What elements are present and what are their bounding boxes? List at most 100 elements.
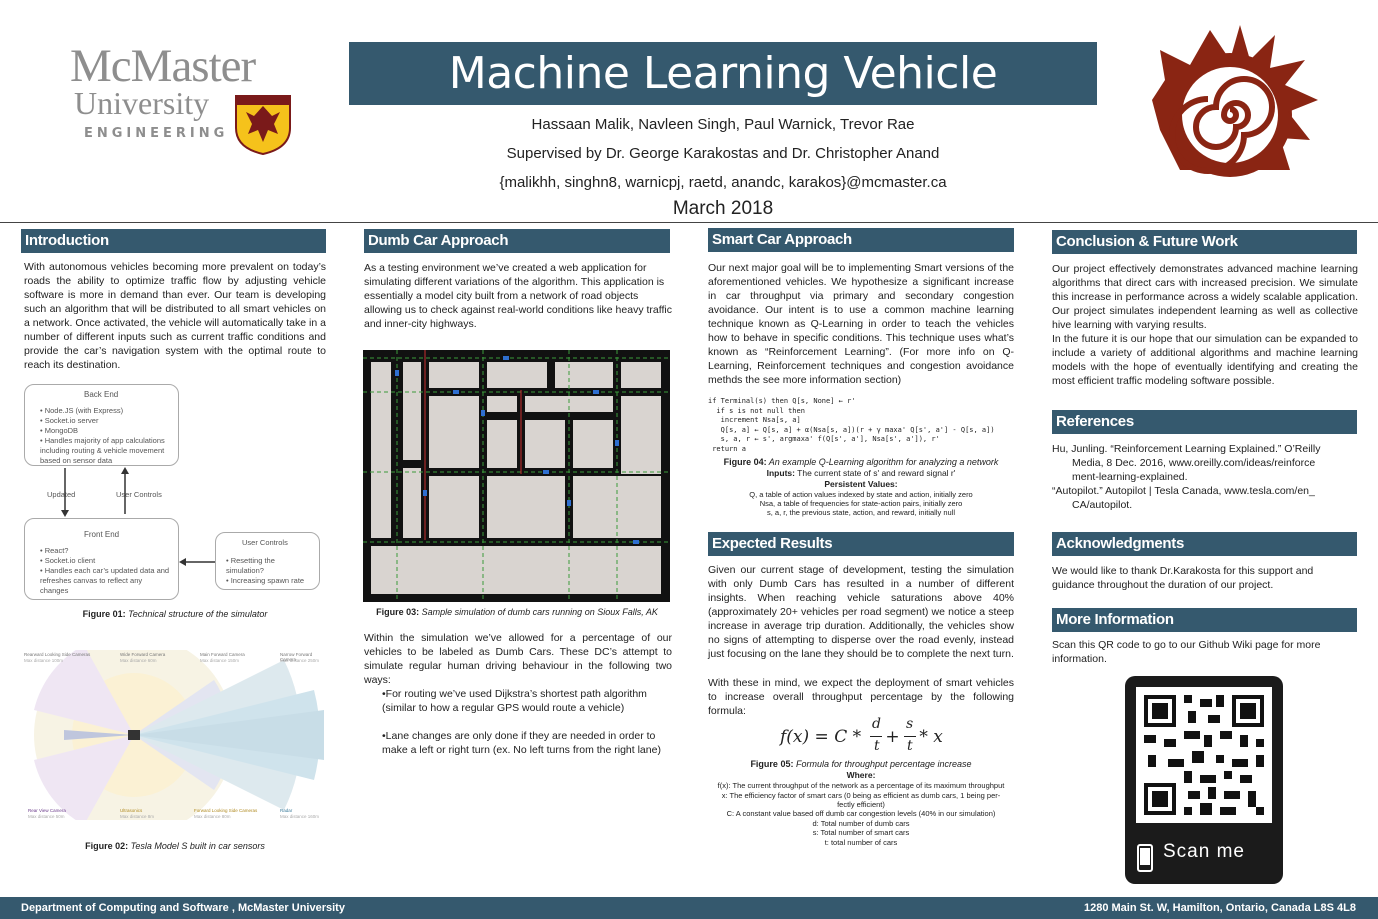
footer-bar: Department of Computing and Software , M… [0, 897, 1378, 919]
figure-04-caption: Figure 04: An example Q-Learning algorit… [723, 457, 999, 467]
backend-item: • Socket.io server [40, 416, 99, 425]
user-controls-arrow-label: User Controls [116, 490, 162, 499]
backend-item: • MongoDB [40, 426, 79, 435]
persistent-value: s, a, r, the previous state, action, and… [766, 508, 955, 517]
sensor-label: Rear View Camera [28, 808, 66, 813]
reference-line: ment-learning-explained. [1072, 471, 1188, 483]
references-heading: References [1052, 410, 1357, 434]
formula-s: s [906, 716, 914, 732]
sensor-label: Ultrasonics [120, 808, 143, 813]
more-info-heading: More Information [1052, 608, 1357, 632]
uc-title: User Controls [242, 538, 288, 547]
conclusion-heading: Conclusion & Future Work [1052, 230, 1357, 254]
uc-item: • Increasing spawn rate [226, 576, 305, 585]
intro-text: With autonomous vehicles becoming more p… [24, 261, 326, 371]
qr-code[interactable] [1136, 687, 1272, 823]
sensor-sub: Max distance 50m [28, 814, 65, 819]
footer-department: Department of Computing and Software , M… [21, 902, 345, 914]
formula-t: t [907, 738, 913, 754]
dumb-heading: Dumb Car Approach [364, 229, 670, 253]
smart-text: Our next major goal will be to implement… [708, 262, 1014, 386]
formula-def: t: total number of cars [824, 838, 898, 847]
diagram-arrow-left [179, 558, 216, 566]
qr-pattern-icon [1136, 687, 1272, 823]
frontend-item: • Socket.io client [40, 556, 96, 565]
formula-def: s: Total number of smart cars [812, 828, 910, 837]
formula-def: f(x): The current throughput of the netw… [717, 781, 1005, 790]
updated-label: Updated [47, 490, 76, 499]
logo-text-university: University [74, 85, 210, 121]
sensor-label: Radar [280, 808, 293, 813]
reference-line: “Autopilot.” Autopilot | Tesla Canada, w… [1052, 485, 1315, 497]
frontend-item: changes [40, 586, 69, 595]
sensor-label: Rearward Looking Side Cameras [24, 652, 91, 657]
sensor-sub: Max distance 80m [194, 814, 231, 819]
date: March 2018 [672, 198, 774, 219]
reference-line: Media, 8 Dec. 2016, www.oreilly.com/idea… [1072, 457, 1316, 469]
authors: Hassaan Malik, Navleen Singh, Paul Warni… [531, 116, 915, 133]
expected-text-1: Given our current stage of development, … [708, 564, 1014, 660]
sensor-sub: Max distance 8m [120, 814, 155, 819]
spiral-logo-icon [1152, 25, 1318, 177]
emails: {malikhh, singhn8, warnicpj, raetd, anan… [499, 174, 947, 191]
formula-t: t [874, 738, 880, 754]
footer-address: 1280 Main St. W, Hamilton, Ontario, Cana… [1083, 902, 1356, 914]
backend-item: • Node.JS (with Express) [40, 406, 124, 415]
smart-heading: Smart Car Approach [708, 228, 1014, 252]
formula-times-x: * x [914, 727, 943, 747]
sensor-sub: Max distance 150m [200, 658, 240, 663]
backend-item: • Handles majority of app calculations [40, 436, 165, 445]
sensor-sub: Max distance 100m [24, 658, 64, 663]
persistent-values-label: Persistent Values: [824, 479, 898, 489]
dumb-text-1: As a testing environment we’ve created a… [364, 262, 672, 330]
frontend-item: refreshes canvas to reflect any [40, 576, 143, 585]
logo-text-mcmaster: McMaster [70, 40, 256, 92]
figure-05-caption: Figure 05: Formula for throughput percen… [750, 759, 972, 769]
phone-icon [1137, 844, 1153, 872]
sensor-label: Forward Looking Side Cameras [194, 808, 258, 813]
reference-line: CA/autopilot. [1072, 499, 1133, 511]
figure-01-caption: Figure 01: Technical structure of the si… [82, 609, 268, 619]
formula-plus: + [880, 727, 906, 747]
frontend-title: Front End [84, 530, 120, 539]
figure-02-caption: Figure 02: Tesla Model S built in car se… [85, 841, 265, 851]
where-label: Where: [846, 770, 876, 780]
dumb-text-2: Within the simulation we’ve allowed for … [364, 632, 672, 686]
conclusion-text-1: Our project effectively demonstrates adv… [1052, 263, 1358, 331]
figure-03-caption: Figure 03: Sample simulation of dumb car… [376, 607, 658, 617]
acknowledgments-heading: Acknowledgments [1052, 532, 1357, 556]
dumb-bullet-1: •For routing we’ve used Dijkstra’s short… [382, 688, 647, 714]
uc-item: simulation? [226, 566, 264, 575]
sensor-label: Wide Forward Camera [120, 652, 166, 657]
intro-heading: Introduction [21, 229, 326, 253]
frontend-item: • React? [40, 546, 69, 555]
uc-item: • Resetting the [226, 556, 275, 565]
sensor-label: Main Forward Camera [200, 652, 245, 657]
frontend-item: • Handles each car’s updated data and [40, 566, 170, 575]
poster-title: Machine Learning Vehicle Simulator [349, 42, 1097, 162]
q-learning-code: if Terminal(s) then Q[s, None] ← r' if s… [708, 397, 995, 453]
backend-item: including routing & vehicle movement [40, 446, 165, 455]
expected-heading: Expected Results [708, 532, 1014, 556]
dumb-bullet-2: •Lane changes are only done if they are … [382, 730, 661, 756]
formula-lhs: f(x) = C * [780, 727, 867, 747]
logo-text-engineering: ENGINEERING [84, 126, 229, 141]
formula-def: C: A constant value based off dumb car c… [726, 809, 996, 818]
city-simulation-map [363, 350, 670, 602]
figure-02-sensors: Rearward Looking Side Cameras Max distan… [24, 635, 326, 835]
backend-title: Back End [84, 390, 119, 399]
scan-me-label: Scan me [1163, 841, 1245, 862]
qr-code-card[interactable]: Scan me [1125, 676, 1283, 884]
reference-line: Hu, Junling. “Reinforcement Learning Exp… [1052, 443, 1321, 455]
backend-item: based on sensor data [40, 456, 113, 465]
conclusion-text-2: In the future it is our hope that our si… [1052, 333, 1358, 387]
sensor-sub: Max distance 60m [120, 658, 157, 663]
supervisors: Supervised by Dr. George Karakostas and … [506, 145, 940, 162]
header-divider [0, 222, 1378, 223]
more-info-text: Scan this QR code to go to our Github Wi… [1052, 639, 1321, 665]
acknowledgments-text: We would like to thank Dr.Karakosta for … [1052, 565, 1314, 591]
throughput-formula: f(x) = C * d t + s t * x [780, 716, 970, 758]
sensor-sub: Max distance 250m [280, 658, 320, 663]
sensor-sub: Max distance 160m [280, 814, 320, 819]
sensor-cones [34, 635, 324, 835]
